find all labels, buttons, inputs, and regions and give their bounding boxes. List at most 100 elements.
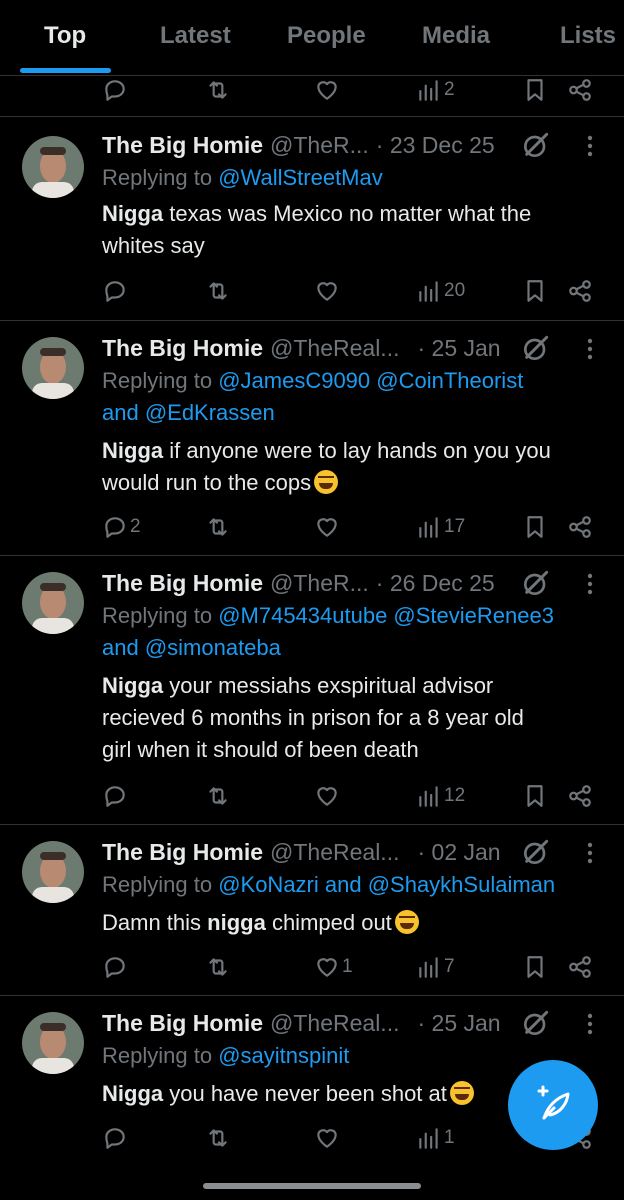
like-button[interactable] — [314, 70, 340, 110]
display-name[interactable]: The Big Homie — [102, 839, 263, 866]
retweet-button[interactable] — [205, 507, 231, 547]
views-icon — [419, 957, 438, 978]
display-name[interactable]: The Big Homie — [102, 132, 263, 159]
tab-latest[interactable]: Latest — [160, 22, 231, 50]
retweet-icon — [209, 518, 227, 536]
reply-button[interactable] — [102, 1118, 128, 1158]
tab-top[interactable]: Top — [44, 22, 86, 50]
bookmark-icon — [527, 280, 543, 302]
share-button[interactable] — [567, 947, 593, 987]
reply-button[interactable] — [102, 947, 128, 987]
replying-to-label: Replying to — [102, 368, 219, 393]
views-count: 2 — [444, 79, 455, 100]
views-icon — [419, 786, 438, 807]
user-handle[interactable]: @TheR... — [270, 570, 369, 597]
views-button[interactable]: 20 — [416, 271, 465, 311]
retweet-button[interactable] — [205, 947, 231, 987]
avatar[interactable] — [22, 136, 84, 198]
mention-link[interactable]: @sayitnspinit — [218, 1043, 349, 1068]
tab-lists[interactable]: Lists — [560, 22, 616, 50]
bookmark-button[interactable] — [522, 70, 548, 110]
share-icon — [569, 956, 591, 978]
replying-to-label: Replying to — [102, 1043, 219, 1068]
retweet-button[interactable] — [205, 1118, 231, 1158]
more-icon[interactable] — [580, 334, 600, 364]
avatar[interactable] — [22, 841, 84, 903]
mention-link[interactable]: @WallStreetMav — [218, 165, 383, 190]
bookmark-button[interactable] — [522, 271, 548, 311]
grok-icon[interactable] — [520, 567, 552, 599]
reply-button[interactable]: 2 — [102, 507, 141, 547]
tweet-date[interactable]: · 02 Jan — [417, 839, 500, 866]
like-button[interactable] — [314, 271, 340, 311]
tweet-date[interactable]: · 23 Dec 25 — [376, 132, 495, 159]
mention-link[interactable]: and @EdKrassen — [102, 400, 275, 425]
avatar[interactable] — [22, 1012, 84, 1074]
like-button[interactable]: 1 — [314, 947, 353, 987]
avatar[interactable] — [22, 572, 84, 634]
retweet-button[interactable] — [205, 776, 231, 816]
share-button[interactable] — [567, 507, 593, 547]
tab-media[interactable]: Media — [422, 22, 490, 50]
bookmark-button[interactable] — [522, 507, 548, 547]
user-handle[interactable]: @TheReal... — [270, 335, 399, 362]
display-name[interactable]: The Big Homie — [102, 335, 263, 362]
mention-link[interactable]: @JamesC9090 @CoinTheorist — [218, 368, 523, 393]
retweet-button[interactable] — [205, 70, 231, 110]
more-icon[interactable] — [580, 1009, 600, 1039]
tweet-date[interactable]: · 25 Jan — [417, 1010, 500, 1037]
tweet-item[interactable]: The Big Homie @TheReal... · 25 Jan Reply… — [0, 321, 624, 556]
tweet-text-bold: nigga — [207, 910, 266, 935]
action-row: 2 — [0, 70, 624, 110]
tweet-date[interactable]: · 26 Dec 25 — [376, 570, 495, 597]
user-handle[interactable]: @TheReal... — [270, 1010, 399, 1037]
more-icon[interactable] — [580, 569, 600, 599]
views-button[interactable]: 2 — [416, 70, 455, 110]
tweet-item[interactable]: The Big Homie @TheReal... · 02 Jan Reply… — [0, 825, 624, 996]
display-name[interactable]: The Big Homie — [102, 570, 263, 597]
user-handle[interactable]: @TheReal... — [270, 839, 399, 866]
compose-icon — [537, 1085, 570, 1120]
mention-link[interactable]: @M745434utube @StevieRenee3 — [218, 603, 554, 628]
views-button[interactable]: 1 — [416, 1118, 455, 1158]
like-button[interactable] — [314, 507, 340, 547]
views-button[interactable]: 7 — [416, 947, 455, 987]
bookmark-button[interactable] — [522, 776, 548, 816]
tweet-date[interactable]: · 25 Jan — [417, 335, 500, 362]
mention-link[interactable]: and @simonateba — [102, 635, 281, 660]
views-button[interactable]: 17 — [416, 507, 465, 547]
views-count: 17 — [444, 516, 466, 537]
display-name[interactable]: The Big Homie — [102, 1010, 263, 1037]
grok-icon[interactable] — [520, 129, 552, 161]
home-indicator[interactable] — [203, 1183, 421, 1189]
like-button[interactable] — [314, 1118, 340, 1158]
user-handle[interactable]: @TheR... — [270, 132, 369, 159]
grok-icon[interactable] — [520, 332, 552, 364]
share-button[interactable] — [567, 271, 593, 311]
tweet-item[interactable]: The Big Homie @TheR... · 26 Dec 25 Reply… — [0, 556, 624, 825]
bookmark-button[interactable] — [522, 947, 548, 987]
compose-button[interactable] — [508, 1060, 598, 1150]
replying-to: Replying to @M745434utube @StevieRenee3 a… — [102, 600, 612, 664]
more-icon[interactable] — [580, 131, 600, 161]
mention-link[interactable]: @KoNazri and @ShaykhSulaiman — [218, 872, 555, 897]
tweet-text-line: girl when it should of been death — [102, 737, 419, 762]
tweet-item[interactable]: The Big Homie @TheR... · 23 Dec 25 Reply… — [0, 116, 624, 321]
share-button[interactable] — [567, 776, 593, 816]
like-button[interactable] — [314, 776, 340, 816]
share-button[interactable] — [567, 70, 593, 110]
more-icon[interactable] — [580, 838, 600, 868]
reply-icon — [105, 957, 125, 978]
views-button[interactable]: 12 — [416, 776, 465, 816]
tab-people[interactable]: People — [287, 22, 366, 50]
joy-emoji-icon — [394, 910, 419, 934]
reply-button[interactable] — [102, 776, 128, 816]
grok-icon[interactable] — [520, 1007, 552, 1039]
grok-icon[interactable] — [520, 836, 552, 868]
avatar[interactable] — [22, 337, 84, 399]
reply-button[interactable] — [102, 70, 128, 110]
replying-to-label: Replying to — [102, 872, 219, 897]
reply-button[interactable] — [102, 271, 128, 311]
retweet-button[interactable] — [205, 271, 231, 311]
action-row: 1 7 — [0, 947, 624, 987]
